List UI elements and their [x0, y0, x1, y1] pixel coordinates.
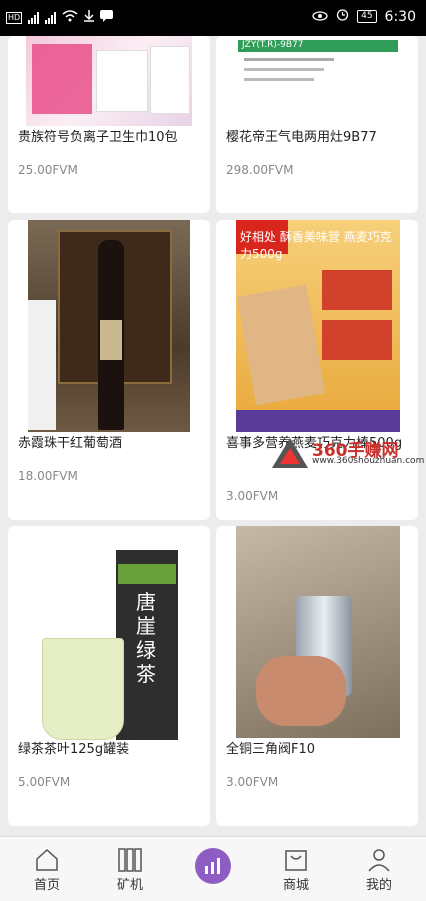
nav-miner[interactable]: 矿机 — [95, 837, 165, 901]
nav-mall[interactable]: 商城 — [261, 837, 331, 901]
product-name: 樱花帝王气电两用灶9B77 — [226, 130, 377, 145]
product-image: 唐崖绿茶 — [36, 546, 186, 746]
product-price: 298.00FVM — [226, 163, 294, 177]
battery-indicator: 45 — [357, 10, 377, 23]
product-image: JZY(T.R)-9B77 — [236, 36, 400, 126]
product-price: 18.00FVM — [18, 469, 78, 483]
watermark: 360手赚网 www.360shouzhuan.com — [270, 432, 426, 472]
nav-mall-label: 商城 — [282, 878, 309, 893]
nav-home-label: 首页 — [33, 878, 60, 893]
product-image-text: 唐崖绿茶 — [136, 590, 156, 686]
nav-mine-label: 我的 — [365, 878, 392, 893]
product-card[interactable]: 好相处 酥香美味营 燕麦巧克力500g 喜事多营养燕麦巧克力棒500g 3.00… — [216, 220, 418, 520]
product-card[interactable]: 全铜三角阀F10 3.00FVM — [216, 526, 418, 826]
product-price: 5.00FVM — [18, 775, 71, 789]
product-image: 好相处 酥香美味营 燕麦巧克力500g — [236, 220, 400, 432]
eye-icon — [312, 9, 328, 25]
nav-home[interactable]: 首页 — [12, 837, 82, 901]
product-name: 全铜三角阀F10 — [226, 742, 316, 757]
product-price: 3.00FVM — [226, 775, 279, 789]
product-card[interactable]: 赤霞珠干红葡萄酒 18.00FVM — [8, 220, 210, 520]
wifi-icon — [62, 10, 78, 25]
product-price: 3.00FVM — [226, 489, 279, 503]
hd-badge: HD — [6, 11, 23, 24]
product-price: 25.00FVM — [18, 163, 78, 177]
product-model-label: JZY(T.R)-9B77 — [242, 40, 304, 50]
product-name: 绿茶茶叶125g罐装 — [18, 742, 130, 757]
nav-miner-label: 矿机 — [116, 878, 143, 893]
chart-icon — [205, 858, 220, 874]
signal-icon — [28, 11, 40, 24]
product-image — [28, 220, 190, 432]
product-card[interactable]: 贵族符号负离子卫生巾10包 25.00FVM — [8, 36, 210, 213]
user-icon — [368, 849, 390, 872]
watermark-logo-icon — [272, 438, 308, 468]
message-icon — [100, 10, 114, 25]
product-image-text: 好相处 酥香美味营 燕麦巧克力500g — [240, 230, 392, 261]
product-name: 赤霞珠干红葡萄酒 — [18, 436, 123, 451]
alarm-icon — [336, 8, 349, 25]
product-card[interactable]: 唐崖绿茶 绿茶茶叶125g罐装 5.00FVM — [8, 526, 210, 826]
home-icon — [36, 848, 58, 871]
4g-signal-icon — [45, 11, 57, 24]
product-image — [26, 36, 192, 126]
watermark-url: www.360shouzhuan.com — [312, 456, 425, 466]
download-icon — [84, 10, 95, 25]
product-image — [236, 526, 400, 738]
miner-icon — [118, 848, 142, 872]
status-bar: HD 45 6:30 — [0, 0, 426, 36]
nav-mine[interactable]: 我的 — [344, 837, 414, 901]
product-card[interactable]: JZY(T.R)-9B77 樱花帝王气电两用灶9B77 298.00FVM — [216, 36, 418, 213]
product-name: 贵族符号负离子卫生巾10包 — [18, 130, 178, 145]
center-chart-button[interactable] — [195, 848, 231, 884]
mall-icon — [285, 850, 307, 871]
clock: 6:30 — [384, 8, 416, 25]
